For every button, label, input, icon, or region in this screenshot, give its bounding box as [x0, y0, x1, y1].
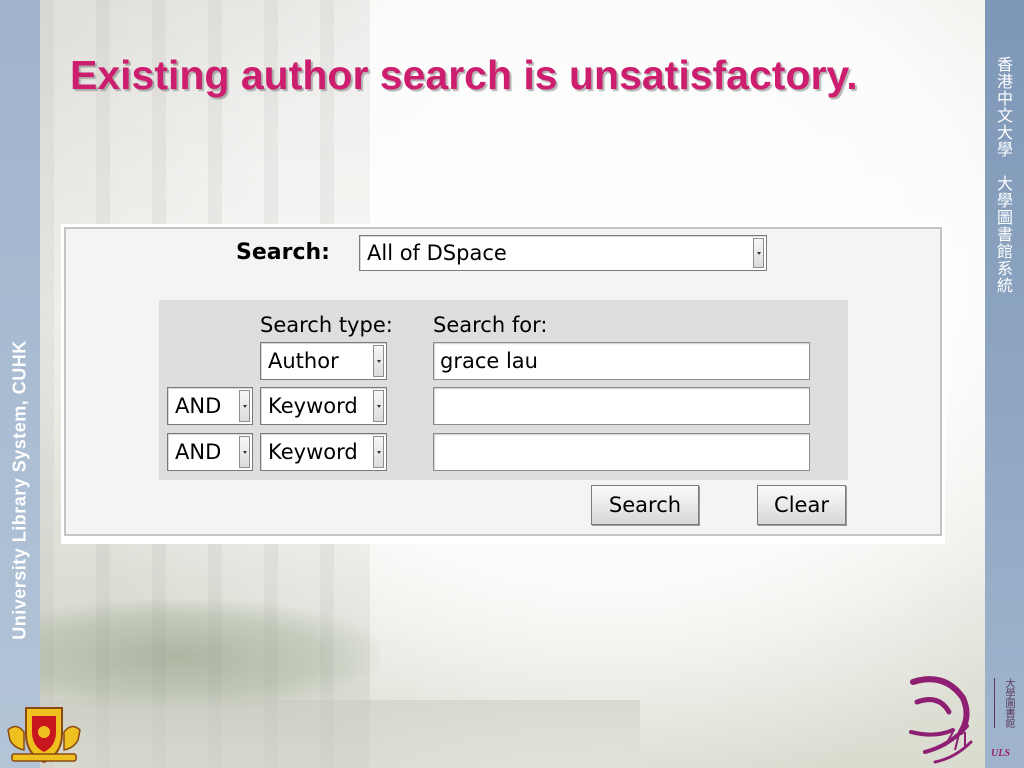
- boolean-operator-select-3[interactable]: AND: [167, 433, 253, 471]
- search-type-value: Author: [268, 349, 339, 373]
- uls-chinese-label: 大學圖書館: [994, 678, 1015, 728]
- boolean-operator-select-2[interactable]: AND: [167, 387, 253, 425]
- background-ground: [40, 700, 640, 768]
- dropdown-arrow-icon: [373, 436, 384, 468]
- search-button[interactable]: Search: [591, 485, 699, 525]
- search-for-header: Search for:: [433, 313, 548, 337]
- search-for-input-3[interactable]: [433, 433, 810, 471]
- uls-label: ULS: [991, 748, 1010, 759]
- search-scope-label: Search:: [236, 240, 330, 265]
- search-for-input-2[interactable]: [433, 387, 810, 425]
- dropdown-arrow-icon: [373, 345, 384, 377]
- slide-title: Existing author search is unsatisfactory…: [70, 52, 858, 98]
- cuhk-crest-icon: [7, 707, 81, 764]
- search-type-value: Keyword: [268, 394, 358, 418]
- dropdown-arrow-icon: [239, 390, 250, 422]
- left-band-label: University Library System, CUHK: [9, 340, 30, 640]
- search-for-input-1[interactable]: [433, 342, 810, 380]
- right-band-label: 香港中文大學 大學圖書館系統: [994, 56, 1013, 294]
- boolean-operator-value: AND: [175, 440, 222, 464]
- search-type-select-3[interactable]: Keyword: [260, 433, 387, 471]
- dropdown-arrow-icon: [373, 390, 384, 422]
- search-scope-value: All of DSpace: [367, 241, 507, 265]
- search-type-select-1[interactable]: Author: [260, 342, 387, 380]
- dropdown-arrow-icon: [239, 436, 250, 468]
- search-type-value: Keyword: [268, 440, 358, 464]
- search-type-select-2[interactable]: Keyword: [260, 387, 387, 425]
- background-bushes: [40, 600, 380, 710]
- uls-logo-icon: [909, 676, 973, 764]
- clear-button[interactable]: Clear: [757, 485, 846, 525]
- boolean-operator-value: AND: [175, 394, 222, 418]
- dropdown-arrow-icon: [753, 238, 764, 268]
- search-scope-select[interactable]: All of DSpace: [359, 235, 767, 271]
- search-type-header: Search type:: [260, 313, 393, 337]
